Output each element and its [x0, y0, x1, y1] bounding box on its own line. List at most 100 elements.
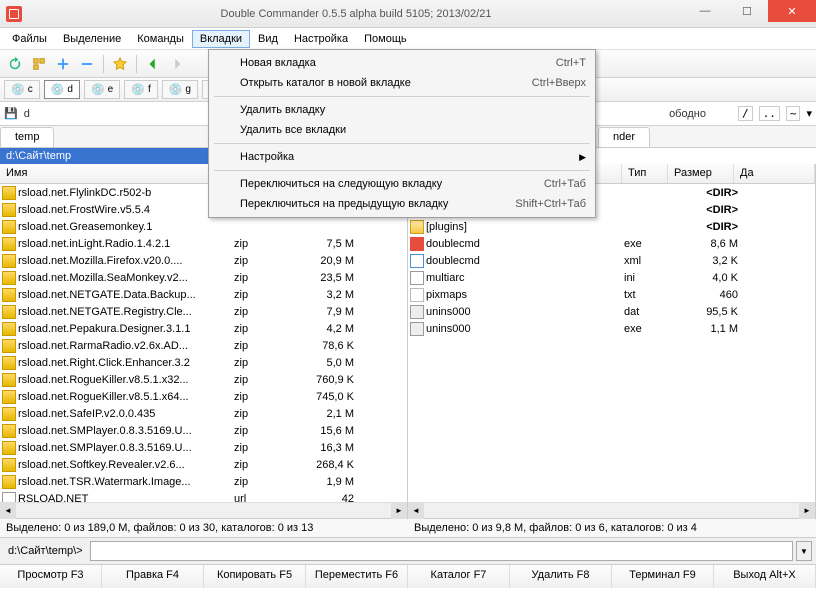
- menu-Выделение[interactable]: Выделение: [55, 30, 129, 48]
- file-name: rsload.net.TSR.Watermark.Image...: [18, 476, 234, 488]
- right-tab[interactable]: nder: [598, 127, 650, 147]
- left-files[interactable]: rsload.net.FlylinkDC.r502-brsload.net.Fr…: [0, 184, 407, 502]
- list-item[interactable]: rsload.net.RogueKiller.v8.5.1.x64...zip7…: [0, 388, 407, 405]
- list-item[interactable]: rsload.net.Greasemonkey.1: [0, 218, 407, 235]
- list-item[interactable]: unins000dat95,5 K: [408, 303, 815, 320]
- file-size: 23,5 M: [290, 272, 366, 284]
- list-item[interactable]: rsload.net.RarmaRadio.v2.6x.AD...zip78,6…: [0, 337, 407, 354]
- file-name: doublecmd: [426, 238, 624, 250]
- list-item[interactable]: unins000exe1,1 M: [408, 320, 815, 337]
- list-item[interactable]: rsload.net.inLight.Radio.1.4.2.1zip7,5 M: [0, 235, 407, 252]
- list-item[interactable]: rsload.net.NETGATE.Data.Backup...zip3,2 …: [0, 286, 407, 303]
- list-item[interactable]: pixmapstxt460: [408, 286, 815, 303]
- root-button[interactable]: /: [738, 106, 753, 121]
- scroll-left-icon[interactable]: ◄: [408, 503, 424, 519]
- list-item[interactable]: doublecmdexe8,6 M: [408, 235, 815, 252]
- fkey[interactable]: Выход Alt+X: [714, 565, 816, 588]
- list-item[interactable]: rsload.net.Right.Click.Enhancer.3.2zip5,…: [0, 354, 407, 371]
- up-button[interactable]: ..: [759, 106, 780, 121]
- file-icon: [2, 220, 16, 234]
- briefview-button[interactable]: [28, 53, 50, 75]
- list-item[interactable]: rsload.net.Mozilla.Firefox.v20.0....zip2…: [0, 252, 407, 269]
- list-item[interactable]: rsload.net.TSR.Watermark.Image...zip1,9 …: [0, 473, 407, 490]
- list-item[interactable]: rsload.net.RogueKiller.v8.5.1.x32...zip7…: [0, 371, 407, 388]
- drive-f[interactable]: 💿 f: [124, 80, 157, 99]
- left-tab[interactable]: temp: [0, 127, 54, 147]
- menu-item[interactable]: Удалить все вкладки: [212, 120, 592, 140]
- list-item[interactable]: rsload.net.Softkey.Revealer.v2.6...zip26…: [0, 456, 407, 473]
- drive-e[interactable]: 💿 e: [84, 80, 120, 99]
- menu-label: Переключиться на предыдущую вкладку: [240, 198, 515, 210]
- right-files[interactable]: [language]<DIR>[pixmaps]<DIR>[plugins]<D…: [408, 184, 815, 502]
- col-name[interactable]: Имя: [0, 164, 232, 183]
- left-hscroll[interactable]: ◄ ►: [0, 502, 407, 518]
- back-button[interactable]: [142, 53, 164, 75]
- menu-item[interactable]: Переключиться на предыдущую вкладкуShift…: [212, 194, 592, 214]
- star-button[interactable]: [109, 53, 131, 75]
- add-button[interactable]: [52, 53, 74, 75]
- list-item[interactable]: rsload.net.Mozilla.SeaMonkey.v2...zip23,…: [0, 269, 407, 286]
- drive-g[interactable]: 💿 g: [162, 80, 198, 99]
- list-item[interactable]: [plugins]<DIR>: [408, 218, 815, 235]
- col-ext[interactable]: Тип: [622, 164, 668, 183]
- menu-item[interactable]: Открыть каталог в новой вкладкеCtrl+Ввер…: [212, 73, 592, 93]
- right-free-space: ободно: [669, 108, 706, 120]
- scroll-right-icon[interactable]: ►: [799, 503, 815, 519]
- file-size: 268,4 K: [290, 459, 366, 471]
- scroll-right-icon[interactable]: ►: [391, 503, 407, 519]
- col-size[interactable]: Размер: [668, 164, 734, 183]
- file-icon: [410, 237, 424, 251]
- file-icon: [2, 237, 16, 251]
- scroll-left-icon[interactable]: ◄: [0, 503, 16, 519]
- file-name: rsload.net.inLight.Radio.1.4.2.1: [18, 238, 234, 250]
- menu-item[interactable]: Настройка▶: [212, 147, 592, 167]
- maximize-button[interactable]: ☐: [726, 0, 768, 22]
- close-button[interactable]: ✕: [768, 0, 816, 22]
- forward-button[interactable]: [166, 53, 188, 75]
- menu-Вкладки[interactable]: Вкладки: [192, 30, 250, 48]
- cmd-history-icon[interactable]: ▼: [796, 541, 812, 561]
- file-icon: [2, 203, 16, 217]
- menu-item[interactable]: Переключиться на следующую вкладкуCtrl+Т…: [212, 174, 592, 194]
- drive-c[interactable]: 💿 c: [4, 80, 40, 99]
- fkey[interactable]: Удалить F8: [510, 565, 612, 588]
- fkey[interactable]: Каталог F7: [408, 565, 510, 588]
- file-icon: [410, 271, 424, 285]
- list-item[interactable]: rsload.net.SMPlayer.0.8.3.5169.U...zip16…: [0, 439, 407, 456]
- list-item[interactable]: rsload.net.NETGATE.Registry.Cle...zip7,9…: [0, 303, 407, 320]
- menu-item[interactable]: Удалить вкладку: [212, 100, 592, 120]
- right-hscroll[interactable]: ◄ ►: [408, 502, 815, 518]
- fkey[interactable]: Переместить F6: [306, 565, 408, 588]
- list-item[interactable]: multiarcini4,0 K: [408, 269, 815, 286]
- separator: [136, 55, 137, 73]
- minimize-button[interactable]: —: [684, 0, 726, 22]
- menu-label: Переключиться на следующую вкладку: [240, 178, 544, 190]
- drive-d[interactable]: 💿 d: [44, 80, 80, 99]
- fkey[interactable]: Терминал F9: [612, 565, 714, 588]
- menu-Вид[interactable]: Вид: [250, 30, 286, 48]
- file-icon: [2, 356, 16, 370]
- menu-Команды[interactable]: Команды: [129, 30, 192, 48]
- list-item[interactable]: rsload.net.Pepakura.Designer.3.1.1zip4,2…: [0, 320, 407, 337]
- menu-Настройка[interactable]: Настройка: [286, 30, 356, 48]
- list-item[interactable]: RSLOAD.NETurl42: [0, 490, 407, 502]
- fkey[interactable]: Правка F4: [102, 565, 204, 588]
- list-item[interactable]: rsload.net.SMPlayer.0.8.3.5169.U...zip15…: [0, 422, 407, 439]
- dropdown-icon[interactable]: ▾: [806, 107, 812, 120]
- file-size: 8,6 M: [670, 238, 750, 250]
- menu-item[interactable]: Новая вкладкаCtrl+T: [212, 53, 592, 73]
- menu-shortcut: Ctrl+Вверх: [532, 77, 586, 89]
- list-item[interactable]: doublecmdxml3,2 K: [408, 252, 815, 269]
- fkey[interactable]: Просмотр F3: [0, 565, 102, 588]
- cmd-input[interactable]: [90, 541, 793, 561]
- home-button[interactable]: ~: [786, 106, 801, 121]
- fkey[interactable]: Копировать F5: [204, 565, 306, 588]
- remove-button[interactable]: [76, 53, 98, 75]
- col-date[interactable]: Да: [734, 164, 815, 183]
- file-icon: [2, 424, 16, 438]
- submenu-arrow-icon: ▶: [579, 152, 586, 163]
- menu-Файлы[interactable]: Файлы: [4, 30, 55, 48]
- list-item[interactable]: rsload.net.SafeIP.v2.0.0.435zip2,1 M: [0, 405, 407, 422]
- menu-Помощь[interactable]: Помощь: [356, 30, 415, 48]
- refresh-button[interactable]: [4, 53, 26, 75]
